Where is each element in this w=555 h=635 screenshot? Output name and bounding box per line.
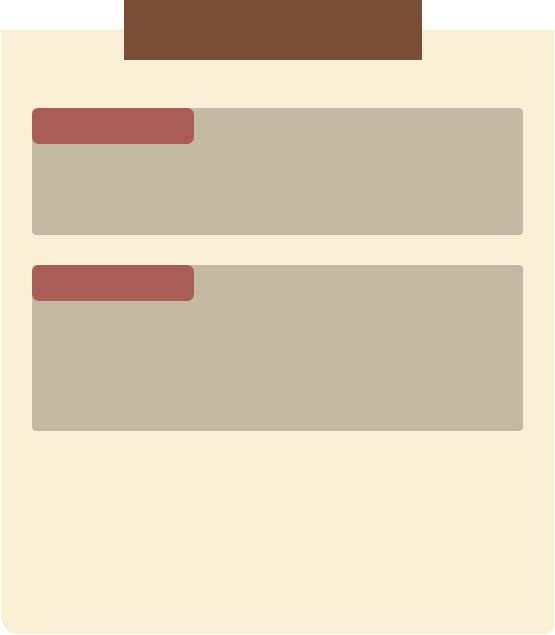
card-1-body <box>44 154 511 225</box>
content-card-1 <box>32 108 523 235</box>
card-1-label[interactable] <box>32 108 194 144</box>
card-2-body <box>44 311 511 421</box>
content-card-2 <box>32 265 523 431</box>
header-tab <box>124 0 422 60</box>
card-2-label[interactable] <box>32 265 194 301</box>
